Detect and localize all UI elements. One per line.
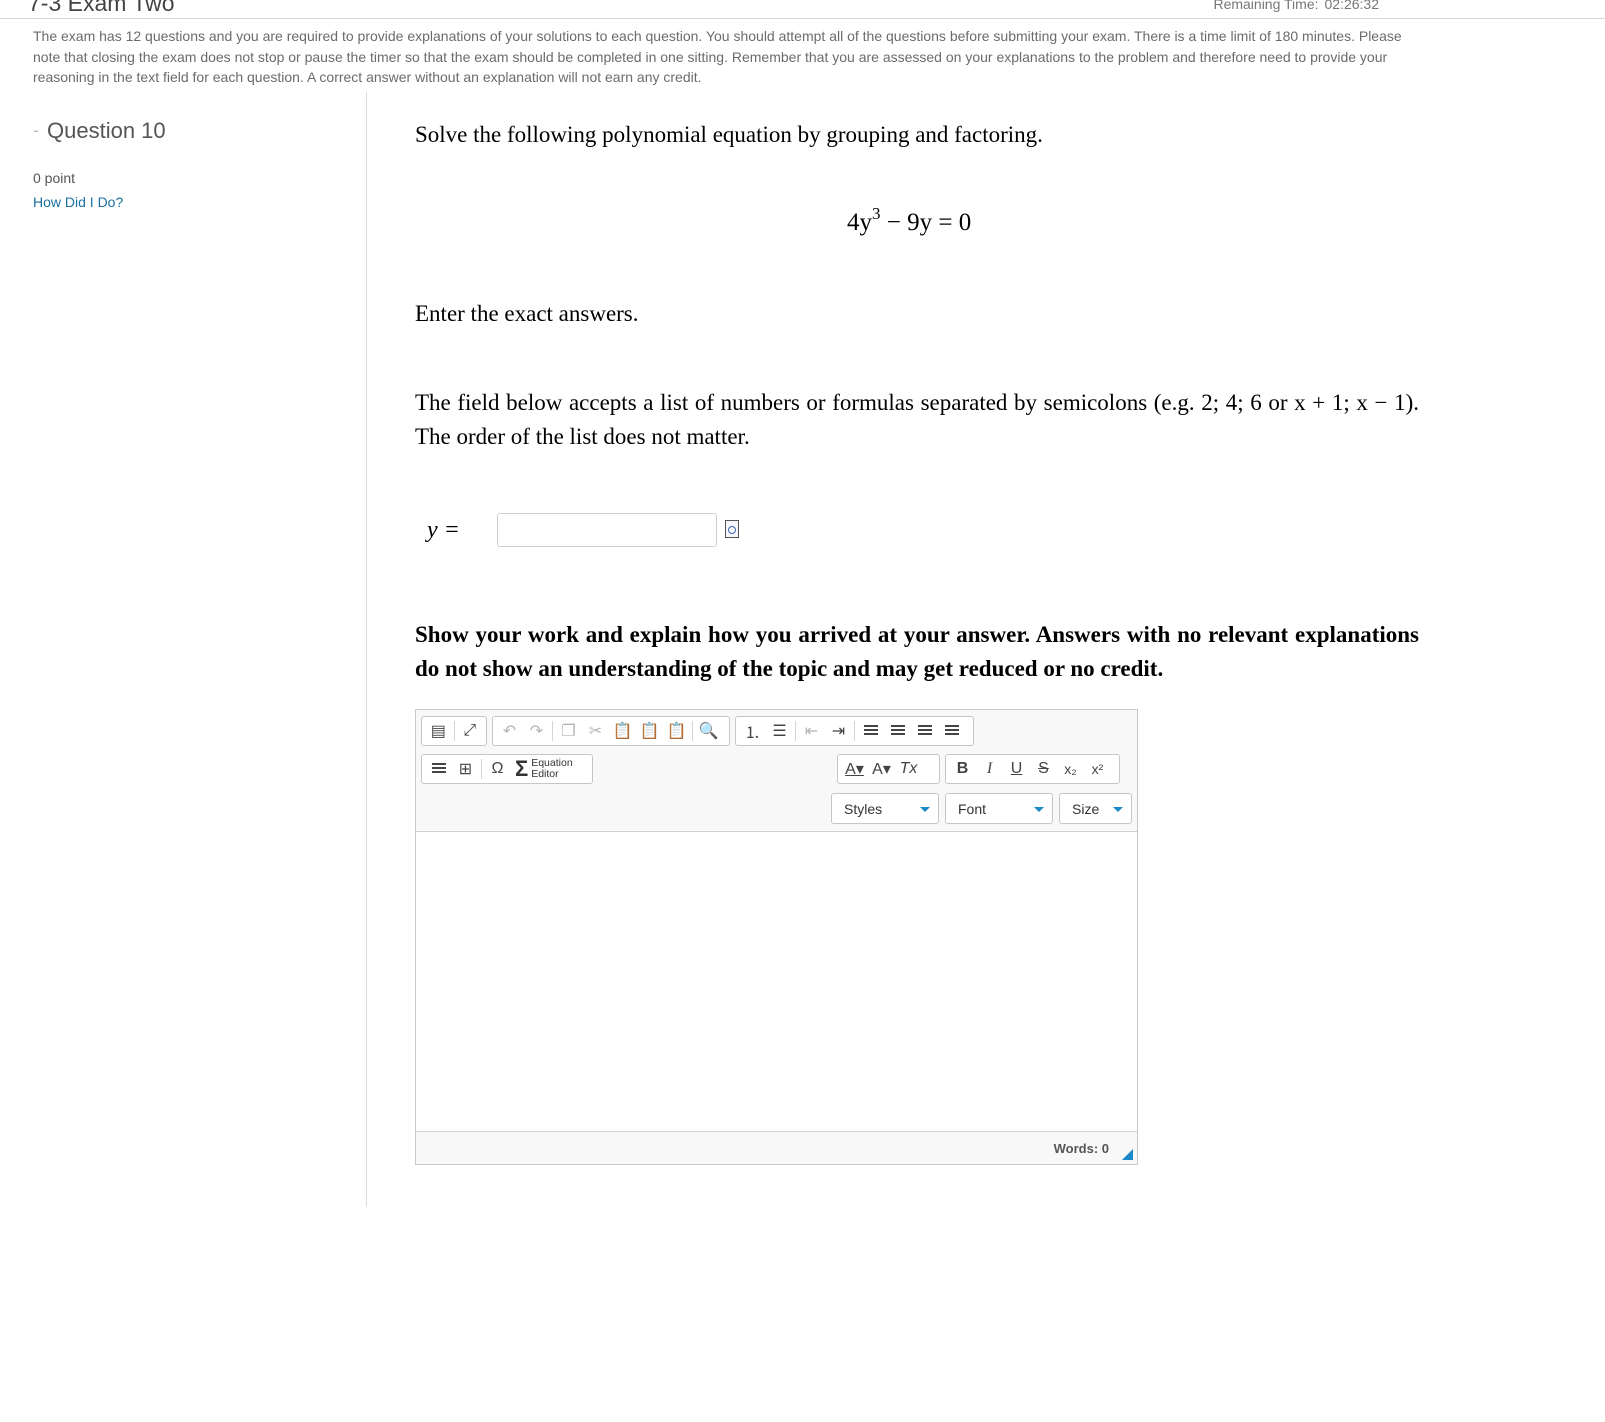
question-prompt: Solve the following polynomial equation … bbox=[415, 122, 1043, 147]
paste-text-icon[interactable]: 📋 bbox=[636, 718, 663, 744]
question-header[interactable]: - Question 10 bbox=[33, 118, 353, 144]
question-points: 0 point bbox=[33, 170, 76, 186]
source-icon[interactable]: ▤ bbox=[425, 718, 452, 744]
toolbar-separator bbox=[854, 721, 855, 741]
field-format-note: The field below accepts a list of number… bbox=[415, 390, 1419, 449]
column-divider bbox=[366, 92, 367, 1207]
answer-label: y = bbox=[427, 517, 460, 543]
size-dropdown[interactable]: Size bbox=[1059, 793, 1132, 824]
table-icon[interactable]: ⊞ bbox=[452, 756, 479, 782]
toolbar-group-insert: ⊞ Ω Σ Equation Editor bbox=[421, 754, 593, 784]
editor-toolbar: ▤ ⤢ ↶ ↷ ❐ ✂ 📋 📋 📋 🔍 ⒈ ☰ ⇤ ⇥ ⊞ Ω Σ Equati… bbox=[416, 710, 1137, 832]
resize-handle-icon[interactable] bbox=[1122, 1149, 1133, 1160]
toolbar-group-paragraph: ⒈ ☰ ⇤ ⇥ bbox=[735, 716, 974, 746]
redo-icon[interactable]: ↷ bbox=[523, 718, 550, 744]
toolbar-group-basic-styles: B I U S x₂ x² bbox=[945, 754, 1120, 784]
remove-format-icon[interactable]: Tx bbox=[895, 756, 922, 782]
subscript-icon[interactable]: x₂ bbox=[1057, 756, 1084, 782]
toolbar-separator bbox=[453, 721, 455, 741]
collapse-icon[interactable]: - bbox=[33, 120, 39, 140]
question-number: Question 10 bbox=[47, 118, 166, 143]
justify-icon[interactable] bbox=[938, 718, 965, 744]
show-work-instructions: Show your work and explain how you arriv… bbox=[415, 622, 1419, 681]
exam-instructions: The exam has 12 questions and you are re… bbox=[33, 28, 1402, 85]
decrease-indent-icon[interactable]: ⇤ bbox=[798, 718, 825, 744]
toolbar-separator bbox=[552, 721, 553, 741]
chevron-down-icon bbox=[920, 807, 930, 812]
italic-icon[interactable]: I bbox=[976, 756, 1003, 782]
size-label: Size bbox=[1072, 801, 1100, 817]
exact-answers-note: Enter the exact answers. bbox=[415, 301, 639, 326]
toolbar-group-colors: A▾ A▾ Tx bbox=[837, 754, 940, 784]
word-count: Words: 0 bbox=[1053, 1141, 1109, 1156]
toolbar-separator bbox=[481, 759, 482, 779]
chevron-down-icon bbox=[1113, 807, 1123, 812]
numbered-list-icon[interactable]: ⒈ bbox=[739, 718, 766, 744]
toolbar-separator bbox=[692, 721, 693, 741]
equation-rest: − 9y = 0 bbox=[880, 209, 972, 236]
equation-exponent: 3 bbox=[872, 204, 881, 223]
align-center-icon[interactable] bbox=[884, 718, 911, 744]
rich-text-editor: ▤ ⤢ ↶ ↷ ❐ ✂ 📋 📋 📋 🔍 ⒈ ☰ ⇤ ⇥ ⊞ Ω Σ Equati… bbox=[415, 709, 1138, 1165]
remaining-time: Remaining Time: 02:26:32 bbox=[1213, 0, 1379, 12]
sigma-icon: Σ bbox=[515, 756, 529, 781]
text-color-icon[interactable]: A▾ bbox=[841, 756, 868, 782]
equation-editor-label: Equation Editor bbox=[531, 757, 573, 780]
font-dropdown[interactable]: Font bbox=[945, 793, 1053, 824]
equation: 4y3 − 9y = 0 bbox=[847, 204, 971, 237]
horizontal-rule-icon[interactable] bbox=[425, 756, 452, 782]
undo-icon[interactable]: ↶ bbox=[496, 718, 523, 744]
equation-term: 4y bbox=[847, 209, 872, 236]
answer-input[interactable] bbox=[497, 513, 717, 547]
equation-editor-button[interactable]: Σ Equation Editor bbox=[511, 756, 577, 782]
styles-label: Styles bbox=[844, 801, 883, 817]
increase-indent-icon[interactable]: ⇥ bbox=[825, 718, 852, 744]
exam-title: 7-3 Exam Two bbox=[28, 0, 175, 16]
toolbar-group-document: ▤ ⤢ bbox=[421, 716, 487, 746]
remaining-time-label: Remaining Time: bbox=[1213, 0, 1319, 12]
underline-icon[interactable]: U bbox=[1003, 756, 1030, 782]
align-left-icon[interactable] bbox=[857, 718, 884, 744]
paste-word-icon[interactable]: 📋 bbox=[663, 718, 690, 744]
toolbar-separator bbox=[795, 721, 796, 741]
question-sidebar: - Question 10 0 point How Did I Do? bbox=[33, 118, 353, 210]
font-label: Font bbox=[958, 801, 987, 817]
toolbar-group-edit: ↶ ↷ ❐ ✂ 📋 📋 📋 🔍 bbox=[492, 716, 730, 746]
align-right-icon[interactable] bbox=[911, 718, 938, 744]
styles-dropdown[interactable]: Styles bbox=[831, 793, 939, 824]
chevron-down-icon bbox=[1034, 807, 1044, 812]
editor-content-area[interactable] bbox=[416, 832, 1137, 1132]
answer-preview-icon[interactable] bbox=[725, 520, 739, 538]
bulleted-list-icon[interactable]: ☰ bbox=[766, 718, 793, 744]
remaining-time-value: 02:26:32 bbox=[1324, 0, 1380, 12]
maximize-icon[interactable]: ⤢ bbox=[457, 718, 484, 744]
superscript-icon[interactable]: x² bbox=[1084, 756, 1111, 782]
find-icon[interactable]: 🔍 bbox=[695, 718, 722, 744]
copy-icon[interactable]: ❐ bbox=[555, 718, 582, 744]
top-bar: 7-3 Exam Two Remaining Time: 02:26:32 bbox=[0, 0, 1605, 19]
background-color-icon[interactable]: A▾ bbox=[868, 756, 895, 782]
cut-icon[interactable]: ✂ bbox=[582, 718, 609, 744]
strikethrough-icon[interactable]: S bbox=[1030, 756, 1057, 782]
paste-icon[interactable]: 📋 bbox=[609, 718, 636, 744]
special-char-icon[interactable]: Ω bbox=[484, 756, 511, 782]
editor-footer: Words: 0 bbox=[416, 1131, 1137, 1164]
bold-icon[interactable]: B bbox=[949, 756, 976, 782]
how-did-i-do-link[interactable]: How Did I Do? bbox=[33, 194, 353, 210]
